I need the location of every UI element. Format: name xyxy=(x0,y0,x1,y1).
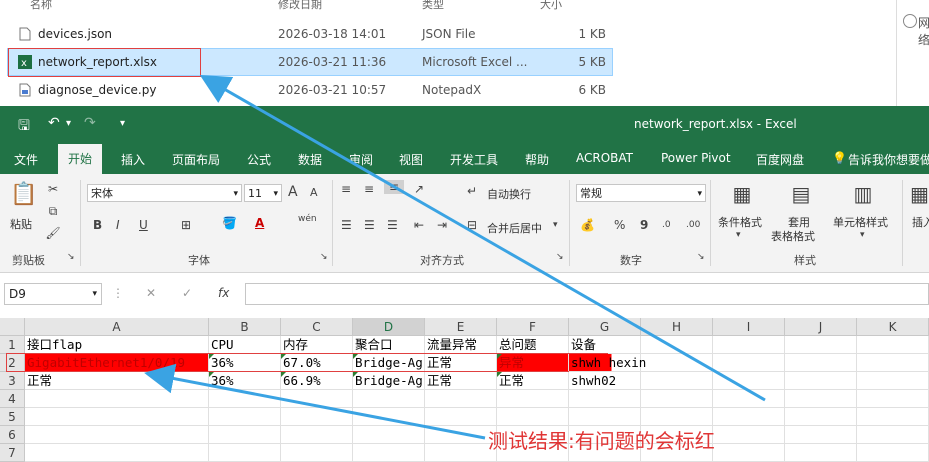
annotation-arrows xyxy=(144,75,766,440)
annotation-note: 测试结果:有问题的会标红 xyxy=(488,429,715,453)
table-cell[interactable]: shwh hexin xyxy=(569,354,646,372)
arrow-to-file xyxy=(199,75,766,402)
cell-value: shwh hexin xyxy=(571,355,647,370)
arrow-to-row xyxy=(144,363,486,440)
